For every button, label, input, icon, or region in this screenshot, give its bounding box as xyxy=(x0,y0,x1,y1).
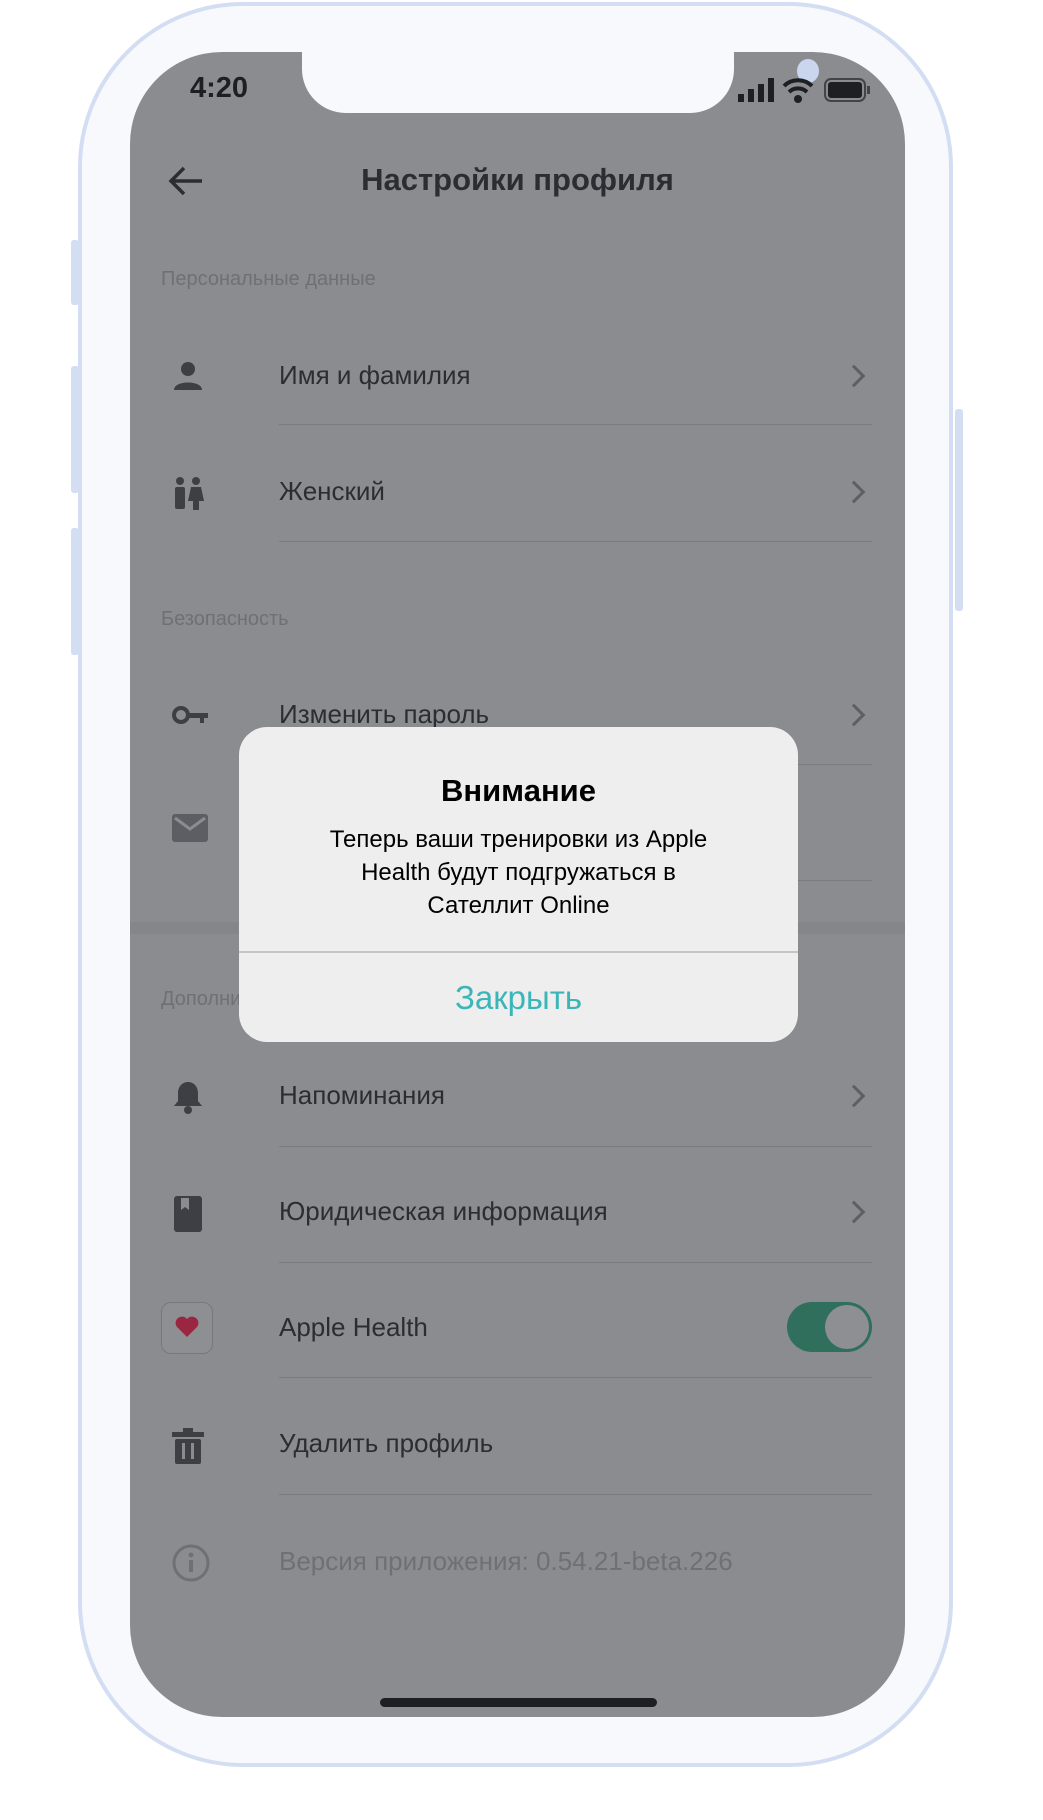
chevron-right-icon xyxy=(842,1200,866,1224)
heart-icon xyxy=(161,1302,213,1354)
trash-icon xyxy=(172,1428,204,1464)
home-indicator xyxy=(380,1698,657,1707)
row-name[interactable]: Имя и фамилия xyxy=(279,360,471,391)
dialog-message-line: Health будут подгружаться в xyxy=(361,859,676,886)
screen: 4:20 Настройки профиля Персональные данн… xyxy=(130,52,905,1717)
divider xyxy=(279,424,872,425)
dialog-title: Внимание xyxy=(441,773,596,808)
battery-icon xyxy=(824,78,870,102)
chevron-right-icon xyxy=(842,1084,866,1108)
section-security: Безопасность xyxy=(161,608,289,630)
dialog-message: Теперь ваши тренировки из Apple Health б… xyxy=(239,823,798,922)
dialog-message-line: Сателлит Online xyxy=(427,892,610,919)
divider xyxy=(279,1146,872,1147)
app-version: Версия приложения: 0.54.21-beta.226 xyxy=(279,1546,733,1576)
row-gender[interactable]: Женский xyxy=(279,476,385,507)
divider xyxy=(279,541,872,542)
notch xyxy=(302,52,819,113)
gender-icon xyxy=(172,476,204,510)
mail-icon xyxy=(172,814,208,846)
divider xyxy=(279,1494,872,1495)
section-personal: Персональные данные xyxy=(161,268,376,290)
alert-dialog: Внимание Теперь ваши тренировки из Apple… xyxy=(239,727,798,1042)
chevron-right-icon xyxy=(842,364,866,388)
status-time: 4:20 xyxy=(190,72,249,104)
row-delete-profile[interactable]: Удалить профиль xyxy=(279,1428,493,1459)
row-legal[interactable]: Юридическая информация xyxy=(279,1196,608,1227)
person-icon xyxy=(172,360,204,392)
divider xyxy=(279,1262,872,1263)
info-icon xyxy=(172,1544,210,1582)
volume-down-button xyxy=(71,528,79,655)
close-button[interactable]: Закрыть xyxy=(239,953,798,1042)
bell-icon xyxy=(172,1080,204,1114)
divider xyxy=(279,1377,872,1378)
toggle-knob xyxy=(825,1305,869,1349)
volume-up-button xyxy=(71,366,79,493)
row-apple-health[interactable]: Apple Health xyxy=(279,1312,428,1343)
page-title: Настройки профиля xyxy=(361,162,674,197)
signal-icon xyxy=(738,78,774,102)
wifi-icon xyxy=(782,78,814,103)
silent-switch xyxy=(71,240,79,305)
row-reminders[interactable]: Напоминания xyxy=(279,1080,445,1111)
chevron-right-icon xyxy=(842,480,866,504)
chevron-right-icon xyxy=(842,703,866,727)
row-change-password[interactable]: Изменить пароль xyxy=(279,699,489,730)
key-icon xyxy=(172,699,208,731)
apple-health-toggle[interactable] xyxy=(787,1302,872,1352)
book-icon xyxy=(172,1196,204,1232)
power-button xyxy=(955,409,963,611)
dialog-message-line: Теперь ваши тренировки из Apple xyxy=(329,826,708,853)
